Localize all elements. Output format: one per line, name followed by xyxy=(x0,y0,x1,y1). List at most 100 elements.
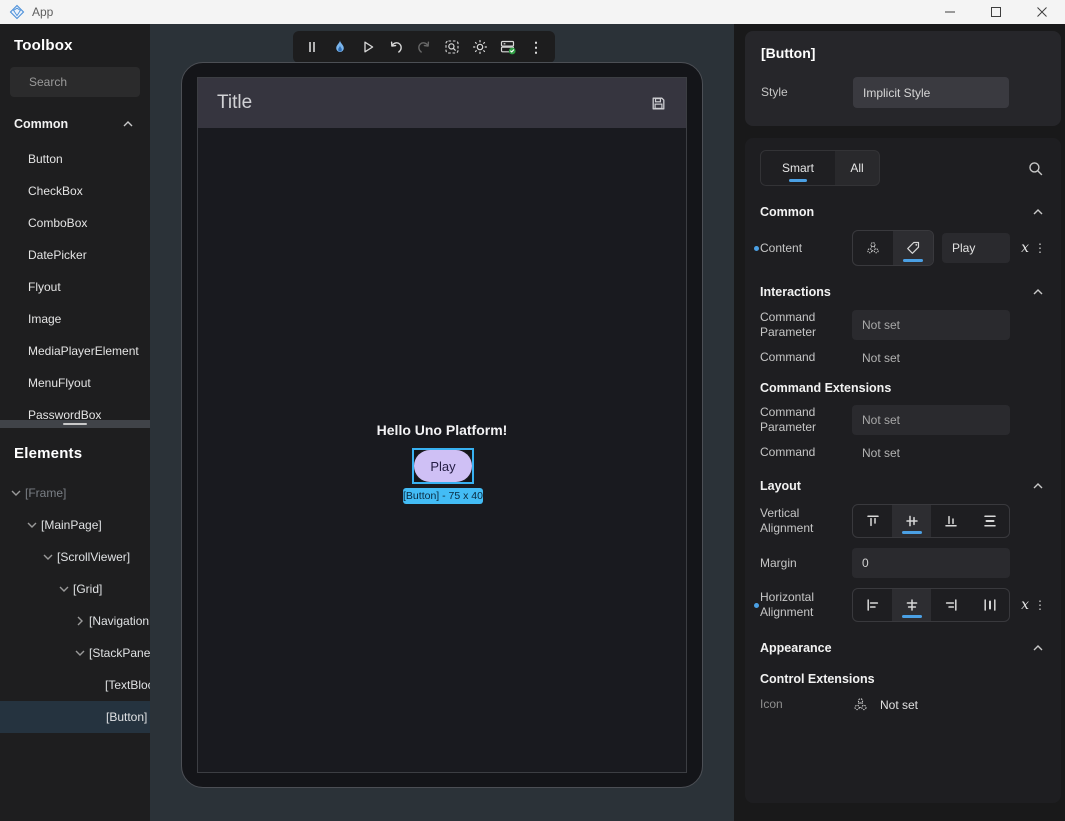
halign-left-icon[interactable] xyxy=(853,589,892,621)
active-toggle-underline xyxy=(902,615,922,618)
content-input[interactable] xyxy=(942,233,1010,263)
connection-status-icon[interactable] xyxy=(498,37,518,57)
tag-icon[interactable] xyxy=(893,231,933,265)
active-toggle-underline xyxy=(903,259,923,262)
toolbox-item-combobox[interactable]: ComboBox xyxy=(0,207,150,239)
window-controls xyxy=(927,0,1065,24)
property-search-icon[interactable] xyxy=(1027,160,1044,177)
halign-right-icon[interactable] xyxy=(931,589,970,621)
section-interactions-header[interactable]: Interactions xyxy=(760,284,1046,300)
device-screen[interactable]: Title Hello Uno Platform! Play [Button] … xyxy=(197,77,687,773)
ext-command-parameter-row: Command Parameter xyxy=(760,405,1046,435)
chevron-down-icon[interactable] xyxy=(56,581,72,597)
more-options-icon[interactable]: ⋮ xyxy=(1034,241,1046,255)
icon-label: Icon xyxy=(760,697,852,712)
binding-icon[interactable] xyxy=(853,231,893,265)
expression-icon[interactable]: x xyxy=(1021,597,1029,613)
redo-icon[interactable] xyxy=(414,37,434,57)
tab-all-label: All xyxy=(850,161,863,175)
tab-all[interactable]: All xyxy=(835,151,879,185)
ext-command-parameter-input[interactable] xyxy=(852,405,1010,435)
window-title: App xyxy=(32,5,53,19)
close-button[interactable] xyxy=(1019,0,1065,24)
preview-page-title: Title xyxy=(217,92,650,114)
command-extensions-header: Command Extensions xyxy=(760,381,1046,395)
section-common-header[interactable]: Common xyxy=(760,204,1046,220)
pause-icon[interactable] xyxy=(302,37,322,57)
style-input[interactable] xyxy=(853,77,1009,108)
ext-command-label: Command xyxy=(760,445,852,460)
tree-item-textblock[interactable]: [TextBloc xyxy=(0,669,150,701)
content-row: Content x ⋮ xyxy=(760,230,1046,266)
design-canvas[interactable]: ⋮ Title Hello Uno Platform! Play xyxy=(150,24,734,821)
control-extensions-header: Control Extensions xyxy=(760,672,1046,686)
tree-item-stackpanel[interactable]: [StackPanel] xyxy=(0,637,150,669)
ext-command-value[interactable]: Not set xyxy=(852,446,1010,460)
elements-title: Elements xyxy=(14,445,150,462)
section-appearance-header[interactable]: Appearance xyxy=(760,640,1046,656)
command-parameter-input[interactable] xyxy=(852,310,1010,340)
minimize-button[interactable] xyxy=(927,0,973,24)
save-icon[interactable] xyxy=(650,95,667,112)
section-common-title: Common xyxy=(760,205,1030,219)
halign-center-icon[interactable] xyxy=(892,589,931,621)
tree-item-grid[interactable]: [Grid] xyxy=(0,573,150,605)
modified-indicator-dot xyxy=(754,603,759,608)
toolbox-item-menuflyout[interactable]: MenuFlyout xyxy=(0,367,150,399)
valign-center-icon[interactable] xyxy=(892,505,931,537)
margin-input[interactable] xyxy=(852,548,1010,578)
undo-icon[interactable] xyxy=(386,37,406,57)
tree-item-button-selected[interactable]: [Button] xyxy=(0,701,150,733)
toolbox-item-checkbox[interactable]: CheckBox xyxy=(0,175,150,207)
tree-item-scrollviewer[interactable]: [ScrollViewer] xyxy=(0,541,150,573)
hot-reload-flame-icon[interactable] xyxy=(330,37,350,57)
toolbox-item-image[interactable]: Image xyxy=(0,303,150,335)
vertical-alignment-group xyxy=(852,504,1010,538)
more-options-icon[interactable]: ⋮ xyxy=(1034,598,1046,612)
theme-toggle-sun-icon[interactable] xyxy=(470,37,490,57)
play-icon[interactable] xyxy=(358,37,378,57)
icon-value[interactable]: Not set xyxy=(880,698,918,712)
toolbox-search-input[interactable] xyxy=(29,75,150,89)
horizontal-alignment-row: Horizontal Alignment x ⋮ xyxy=(760,588,1046,622)
tree-item-navigationbar[interactable]: [NavigationE xyxy=(0,605,150,637)
zoom-selection-icon[interactable] xyxy=(442,37,462,57)
panel-resize-handle[interactable] xyxy=(0,420,150,428)
chevron-down-icon[interactable] xyxy=(24,517,40,533)
valign-bottom-icon[interactable] xyxy=(931,505,970,537)
halign-stretch-icon[interactable] xyxy=(970,589,1009,621)
tab-smart[interactable]: Smart xyxy=(761,151,835,185)
valign-stretch-icon[interactable] xyxy=(970,505,1009,537)
toolbox-item-button[interactable]: Button xyxy=(0,143,150,175)
maximize-button[interactable] xyxy=(973,0,1019,24)
tree-item-frame[interactable]: [Frame] xyxy=(0,477,150,509)
chevron-down-icon[interactable] xyxy=(8,485,24,501)
chevron-right-icon[interactable] xyxy=(72,613,88,629)
section-interactions-title: Interactions xyxy=(760,285,1030,299)
binding-icon[interactable] xyxy=(852,696,869,713)
section-layout-header[interactable]: Layout xyxy=(760,478,1046,494)
chevron-up-icon xyxy=(1030,204,1046,220)
toolbox-item-mediaplayerelement[interactable]: MediaPlayerElement xyxy=(0,335,150,367)
valign-top-icon[interactable] xyxy=(853,505,892,537)
tree-item-mainpage[interactable]: [MainPage] xyxy=(0,509,150,541)
horizontal-alignment-label: Horizontal Alignment xyxy=(760,590,852,620)
toolbox-item-flyout[interactable]: Flyout xyxy=(0,271,150,303)
preview-play-button[interactable]: Play xyxy=(414,450,472,482)
toolbox-section-common[interactable]: Common xyxy=(0,111,150,137)
chevron-up-icon xyxy=(120,116,136,132)
chevron-up-icon xyxy=(1030,284,1046,300)
chevron-down-icon[interactable] xyxy=(72,645,88,661)
chevron-down-icon[interactable] xyxy=(40,549,56,565)
design-toolbar: ⋮ xyxy=(293,31,555,63)
horizontal-alignment-group xyxy=(852,588,1010,622)
preview-titlebar: Title xyxy=(198,78,686,128)
content-source-toggle xyxy=(852,230,934,266)
toolbox-search[interactable] xyxy=(10,67,140,97)
toolbox-list: Button CheckBox ComboBox DatePicker Flyo… xyxy=(0,137,150,431)
command-value[interactable]: Not set xyxy=(852,351,1010,365)
section-layout-title: Layout xyxy=(760,479,1030,493)
toolbox-item-datepicker[interactable]: DatePicker xyxy=(0,239,150,271)
more-options-icon[interactable]: ⋮ xyxy=(526,37,546,57)
expression-icon[interactable]: x xyxy=(1021,240,1029,256)
